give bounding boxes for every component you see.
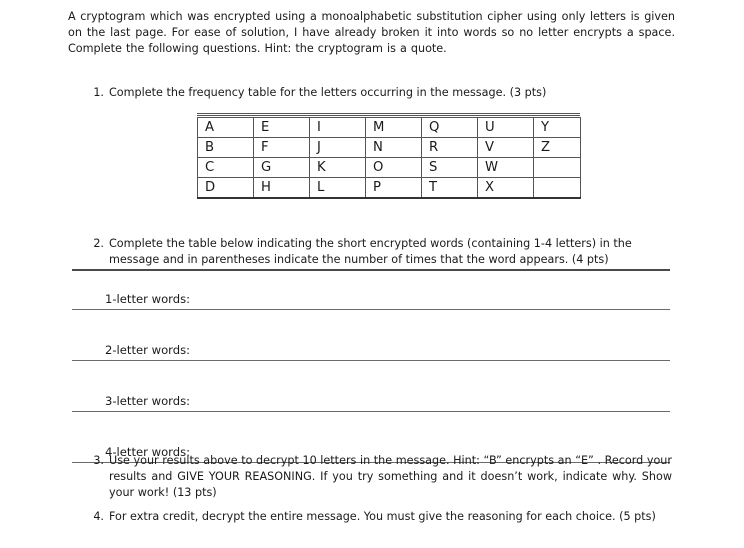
question-2-text: Complete the table below indicating the …	[109, 237, 632, 267]
question-1: 1. Complete the frequency table for the …	[88, 85, 668, 101]
frequency-table-container: A E I M Q U Y B F J N R V Z C G K O S W …	[197, 113, 581, 199]
freq-cell[interactable]: J	[309, 137, 366, 158]
freq-cell[interactable]: P	[365, 177, 422, 199]
question-4-number: 4.	[93, 510, 104, 523]
freq-cell[interactable]: N	[365, 137, 422, 158]
freq-cell[interactable]: C	[197, 157, 254, 178]
freq-cell[interactable]: O	[365, 157, 422, 178]
table-row: B F J N R V Z	[197, 137, 581, 158]
question-3: 3. Use your results above to decrypt 10 …	[88, 453, 672, 502]
word-row-label: 1-letter words:	[105, 292, 191, 306]
freq-cell[interactable]: K	[309, 157, 366, 178]
frequency-table: A E I M Q U Y B F J N R V Z C G K O S W …	[197, 117, 581, 199]
question-4-text: For extra credit, decrypt the entire mes…	[109, 510, 656, 523]
freq-cell[interactable]: Q	[421, 117, 478, 138]
question-1-text: Complete the frequency table for the let…	[109, 86, 547, 99]
freq-cell[interactable]: T	[421, 177, 478, 199]
word-row-1-letter[interactable]: 1-letter words:	[72, 271, 670, 309]
freq-cell[interactable]: W	[477, 157, 534, 178]
table-row: C G K O S W	[197, 157, 581, 178]
word-length-answer-table: 1-letter words: 2-letter words: 3-letter…	[72, 269, 670, 463]
question-3-number: 3.	[93, 454, 104, 467]
question-2-number: 2.	[93, 237, 104, 250]
intro-paragraph: A cryptogram which was encrypted using a…	[68, 10, 675, 56]
freq-cell[interactable]: R	[421, 137, 478, 158]
freq-cell[interactable]: Z	[533, 137, 581, 158]
freq-cell[interactable]: F	[253, 137, 310, 158]
word-row-2-letter[interactable]: 2-letter words:	[72, 322, 670, 360]
freq-cell[interactable]: V	[477, 137, 534, 158]
word-row-label: 2-letter words:	[105, 343, 191, 357]
freq-cell[interactable]: A	[197, 117, 254, 138]
freq-cell-empty[interactable]	[533, 157, 581, 178]
freq-cell-empty[interactable]	[533, 177, 581, 199]
frequency-table-top-rule-outer	[197, 113, 580, 114]
word-row-label: 3-letter words:	[105, 394, 191, 408]
question-4: 4. For extra credit, decrypt the entire …	[88, 509, 672, 525]
freq-cell[interactable]: U	[477, 117, 534, 138]
freq-cell[interactable]: G	[253, 157, 310, 178]
table-row: A E I M Q U Y	[197, 117, 581, 138]
freq-cell[interactable]: S	[421, 157, 478, 178]
row-gap	[72, 310, 670, 322]
question-1-number: 1.	[93, 86, 104, 99]
freq-cell[interactable]: H	[253, 177, 310, 199]
freq-cell[interactable]: D	[197, 177, 254, 199]
worksheet-page: A cryptogram which was encrypted using a…	[0, 0, 744, 548]
row-gap	[72, 412, 670, 424]
freq-cell[interactable]: X	[477, 177, 534, 199]
table-row: D H L P T X	[197, 177, 581, 199]
frequency-table-top-rule-inner	[197, 115, 580, 116]
freq-cell[interactable]: M	[365, 117, 422, 138]
row-gap	[72, 361, 670, 373]
word-row-3-letter[interactable]: 3-letter words:	[72, 373, 670, 411]
freq-cell[interactable]: Y	[533, 117, 581, 138]
freq-cell[interactable]: I	[309, 117, 366, 138]
question-2: 2. Complete the table below indicating t…	[88, 236, 672, 268]
freq-cell[interactable]: B	[197, 137, 254, 158]
freq-cell[interactable]: E	[253, 117, 310, 138]
question-3-text: Use your results above to decrypt 10 let…	[109, 454, 672, 500]
freq-cell[interactable]: L	[309, 177, 366, 199]
